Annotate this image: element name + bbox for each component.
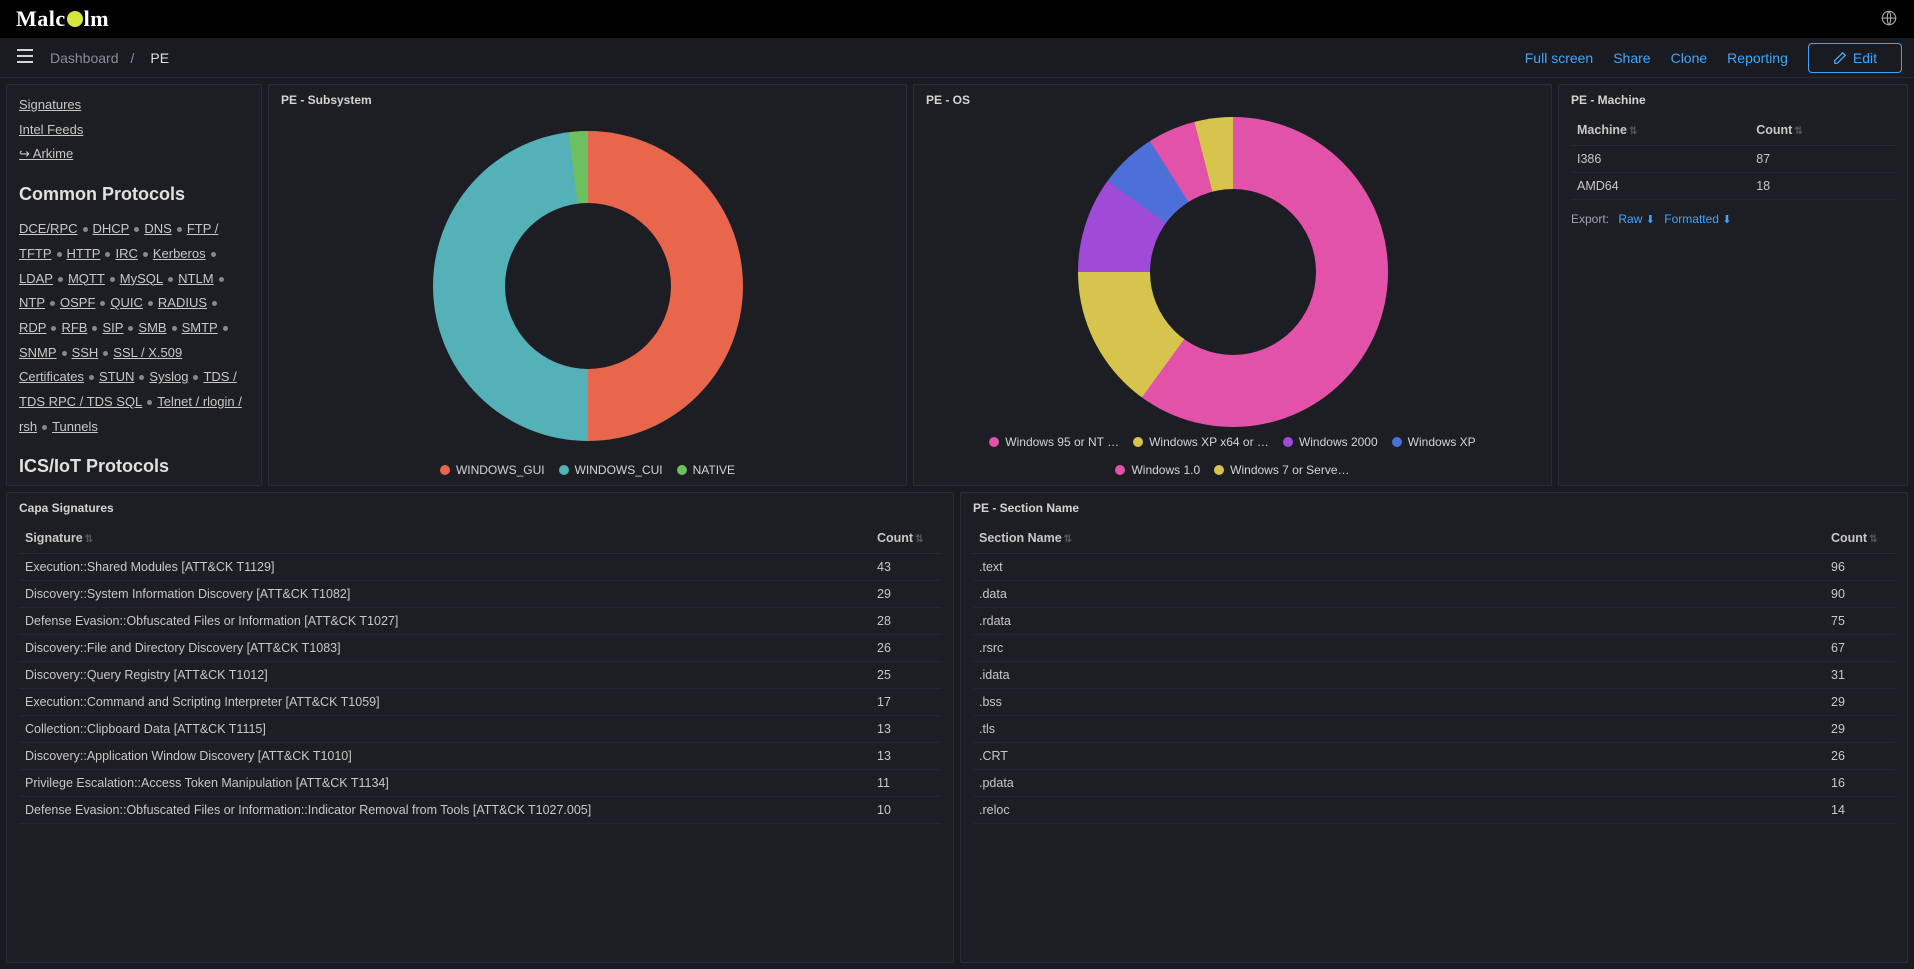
legend-item[interactable]: Windows 95 or NT … [989, 435, 1119, 449]
globe-icon[interactable] [1880, 9, 1898, 30]
protocol-link[interactable]: STUN [99, 369, 134, 384]
protocol-link[interactable]: HTTP [67, 246, 101, 261]
legend-item[interactable]: Windows 2000 [1283, 435, 1378, 449]
protocol-link[interactable]: MySQL [120, 271, 163, 286]
sidebar-link[interactable]: Signatures [19, 97, 81, 112]
protocol-link[interactable]: SSH [72, 345, 99, 360]
count-header[interactable]: Count⇅ [1825, 523, 1895, 554]
table-row[interactable]: .reloc14 [973, 797, 1895, 824]
export-row: Export: Raw ⬇ Formatted ⬇ [1571, 212, 1895, 226]
table-row[interactable]: .tls29 [973, 716, 1895, 743]
share-link[interactable]: Share [1613, 50, 1650, 66]
navbar: Dashboard / PE Full screen Share Clone R… [0, 38, 1914, 78]
machine-panel: PE - Machine Machine⇅ Count⇅ I38687AMD64… [1558, 84, 1908, 486]
table-row[interactable]: AMD6418 [1571, 173, 1895, 200]
table-row[interactable]: .CRT26 [973, 743, 1895, 770]
table-row[interactable]: Execution::Command and Scripting Interpr… [19, 689, 941, 716]
table-row[interactable]: Discovery::Query Registry [ATT&CK T1012]… [19, 662, 941, 689]
machine-table: Machine⇅ Count⇅ I38687AMD6418 [1571, 115, 1895, 200]
table-row[interactable]: Execution::Shared Modules [ATT&CK T1129]… [19, 554, 941, 581]
subsystem-panel: PE - Subsystem WINDOWS_GUIWINDOWS_CUINAT… [268, 84, 907, 486]
legend-item[interactable]: Windows 7 or Serve… [1214, 463, 1349, 477]
protocol-link[interactable]: Tunnels [52, 419, 98, 434]
machine-header[interactable]: Machine⇅ [1571, 115, 1750, 146]
protocol-link[interactable]: NTP [19, 295, 45, 310]
table-row[interactable]: .text96 [973, 554, 1895, 581]
table-row[interactable]: .data90 [973, 581, 1895, 608]
capa-signatures-panel: Capa Signatures Signature⇅ Count⇅ Execut… [6, 492, 954, 963]
protocol-link[interactable]: SIP [102, 320, 123, 335]
export-raw-link[interactable]: Raw ⬇ [1618, 212, 1655, 226]
legend-item[interactable]: WINDOWS_CUI [559, 463, 663, 477]
protocol-link[interactable]: RDP [19, 320, 46, 335]
table-row[interactable]: Collection::Clipboard Data [ATT&CK T1115… [19, 716, 941, 743]
section-table: Section Name⇅ Count⇅ .text96.data90.rdat… [973, 523, 1895, 824]
fullscreen-link[interactable]: Full screen [1525, 50, 1593, 66]
sidebar-link[interactable]: Intel Feeds [19, 122, 83, 137]
export-formatted-link[interactable]: Formatted ⬇ [1664, 212, 1731, 226]
protocol-link[interactable]: SMB [138, 320, 166, 335]
legend-item[interactable]: Windows XP [1392, 435, 1476, 449]
download-icon: ⬇ [1646, 214, 1655, 226]
table-row[interactable]: Discovery::System Information Discovery … [19, 581, 941, 608]
app-topbar: Malclm [0, 0, 1914, 38]
menu-toggle-button[interactable] [12, 45, 38, 70]
legend-item[interactable]: NATIVE [677, 463, 735, 477]
table-row[interactable]: I38687 [1571, 146, 1895, 173]
signature-header[interactable]: Signature⇅ [19, 523, 871, 554]
legend-item[interactable]: Windows 1.0 [1115, 463, 1200, 477]
protocol-link[interactable]: SMTP [182, 320, 218, 335]
legend-item[interactable]: Windows XP x64 or … [1133, 435, 1269, 449]
table-row[interactable]: Defense Evasion::Obfuscated Files or Inf… [19, 608, 941, 635]
breadcrumb-root[interactable]: Dashboard [50, 50, 119, 66]
subsystem-donut-chart[interactable] [433, 131, 743, 441]
protocol-link[interactable]: IRC [115, 246, 137, 261]
count-header[interactable]: Count⇅ [871, 523, 941, 554]
download-icon: ⬇ [1722, 214, 1731, 226]
section-name-panel: PE - Section Name Section Name⇅ Count⇅ .… [960, 492, 1908, 963]
count-header[interactable]: Count⇅ [1750, 115, 1895, 146]
table-row[interactable]: Discovery::File and Directory Discovery … [19, 635, 941, 662]
protocol-link[interactable]: Kerberos [153, 246, 206, 261]
edit-button[interactable]: Edit [1808, 43, 1902, 73]
reporting-link[interactable]: Reporting [1727, 50, 1788, 66]
os-panel: PE - OS Windows 95 or NT …Windows XP x64… [913, 84, 1552, 486]
sidebar-link[interactable]: ↪ Arkime [19, 146, 73, 161]
breadcrumb-page: PE [150, 50, 169, 66]
table-row[interactable]: .rsrc67 [973, 635, 1895, 662]
table-row[interactable]: Privilege Escalation::Access Token Manip… [19, 770, 941, 797]
table-row[interactable]: Defense Evasion::Obfuscated Files or Inf… [19, 797, 941, 824]
protocol-link[interactable]: NTLM [178, 271, 213, 286]
protocol-link[interactable]: MQTT [68, 271, 105, 286]
common-protocols-heading: Common Protocols [19, 177, 249, 211]
capa-table: Signature⇅ Count⇅ Execution::Shared Modu… [19, 523, 941, 824]
protocol-link[interactable]: OSPF [60, 295, 95, 310]
table-row[interactable]: .idata31 [973, 662, 1895, 689]
protocols-sidebar: Signatures Intel Feeds ↪ Arkime Common Pro… [6, 84, 262, 486]
table-row[interactable]: .pdata16 [973, 770, 1895, 797]
protocol-link[interactable]: DNS [144, 221, 171, 236]
protocol-link[interactable]: RFB [61, 320, 87, 335]
protocol-link[interactable]: QUIC [110, 295, 143, 310]
table-row[interactable]: .rdata75 [973, 608, 1895, 635]
table-row[interactable]: .bss29 [973, 689, 1895, 716]
protocol-link[interactable]: SNMP [19, 345, 57, 360]
ics-protocols-heading: ICS/IoT Protocols [19, 449, 249, 483]
table-row[interactable]: Discovery::Application Window Discovery … [19, 743, 941, 770]
os-donut-chart[interactable] [1078, 117, 1388, 427]
protocol-link[interactable]: DHCP [93, 221, 130, 236]
protocol-link[interactable]: LDAP [19, 271, 53, 286]
protocol-link[interactable]: Syslog [149, 369, 188, 384]
app-logo: Malclm [16, 6, 109, 32]
protocol-link[interactable]: DCE/RPC [19, 221, 78, 236]
section-name-header[interactable]: Section Name⇅ [973, 523, 1825, 554]
legend-item[interactable]: WINDOWS_GUI [440, 463, 545, 477]
protocol-link[interactable]: RADIUS [158, 295, 207, 310]
pencil-icon [1833, 51, 1847, 65]
clone-link[interactable]: Clone [1671, 50, 1708, 66]
